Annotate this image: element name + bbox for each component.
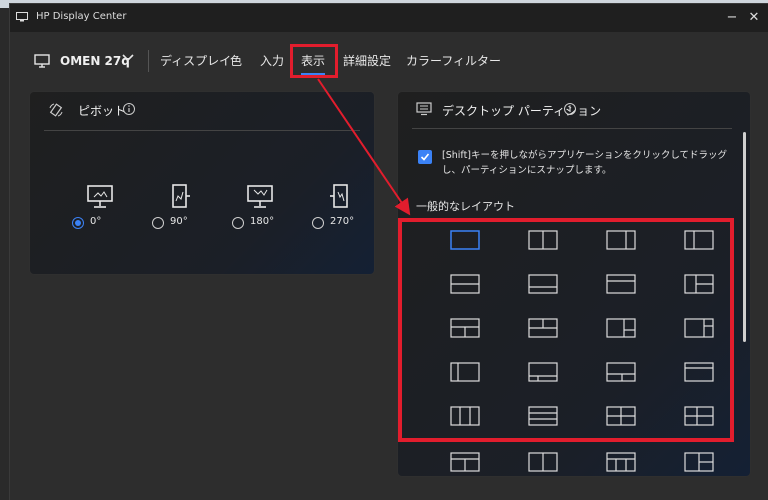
nav-separator — [148, 50, 149, 72]
info-icon[interactable] — [122, 102, 136, 116]
snap-checkbox-label: [Shift]キーを押しながらアプリケーションをクリックしてドラッグし、パーティ… — [442, 150, 728, 176]
radio-90[interactable] — [152, 217, 164, 229]
radio-180[interactable] — [232, 217, 244, 229]
layout-split-partial-icon[interactable] — [684, 452, 714, 472]
tab-display[interactable]: ディスプレイ — [160, 52, 231, 69]
annotation-highlight-layouts — [398, 218, 734, 442]
pivot-card: ピボット 0° 90° 180° 270° — [30, 92, 374, 274]
monitor-landscape-icon — [87, 185, 113, 208]
pivot-option-90[interactable]: 90° — [144, 184, 214, 234]
monitor-icon — [34, 54, 50, 68]
pivot-label-270: 270° — [330, 216, 355, 227]
annotation-highlight-tab — [290, 44, 338, 78]
snap-checkbox[interactable] — [418, 150, 432, 164]
layout-column-partial-icon[interactable] — [528, 452, 558, 472]
pivot-divider — [44, 130, 360, 131]
checkmark-icon — [420, 153, 430, 161]
pivot-title: ピボット — [78, 104, 127, 118]
radio-0[interactable] — [72, 217, 84, 229]
tab-advanced[interactable]: 詳細設定 — [343, 52, 391, 69]
layout-heading: 一般的なレイアウト — [416, 200, 515, 213]
partition-icon — [416, 102, 432, 116]
hp-display-center-window: HP Display Center − ✕ OMEN 27q ディスプレイ 色 … — [10, 4, 768, 500]
pivot-option-0[interactable]: 0° — [64, 184, 134, 234]
monitor-portrait-icon — [172, 184, 190, 208]
title-bar: HP Display Center − ✕ — [10, 4, 768, 32]
tab-color-filter[interactable]: カラーフィルター — [406, 52, 501, 69]
rotate-icon — [49, 103, 63, 117]
pivot-option-180[interactable]: 180° — [224, 184, 294, 234]
window-title: HP Display Center — [36, 11, 127, 22]
chevron-down-icon[interactable] — [120, 50, 136, 66]
desktop-partition-card: デスクトップ パーティション [Shift]キーを押しながらアプリケーションをク… — [398, 92, 750, 476]
app-icon — [16, 12, 28, 22]
layout-grid-partial-icon[interactable] — [450, 452, 480, 472]
tab-color[interactable]: 色 — [230, 52, 242, 69]
minimize-button[interactable]: − — [722, 8, 742, 28]
monitor-portrait-flipped-icon — [330, 184, 348, 208]
pivot-label-180: 180° — [250, 216, 275, 227]
pivot-option-270[interactable]: 270° — [304, 184, 374, 234]
partition-divider — [412, 128, 732, 129]
layout-rows-partial-icon[interactable] — [606, 452, 636, 472]
scrollbar[interactable] — [743, 132, 746, 342]
top-navigation: OMEN 27q ディスプレイ 色 入力 表示 詳細設定 カラーフィルター — [10, 32, 768, 84]
close-button[interactable]: ✕ — [744, 8, 764, 28]
partition-title: デスクトップ パーティション — [442, 104, 602, 118]
monitor-flipped-icon — [247, 185, 273, 208]
radio-270[interactable] — [312, 217, 324, 229]
pivot-label-0: 0° — [90, 216, 102, 227]
info-icon[interactable] — [563, 102, 577, 116]
pivot-label-90: 90° — [170, 216, 188, 227]
tab-input[interactable]: 入力 — [260, 52, 284, 69]
